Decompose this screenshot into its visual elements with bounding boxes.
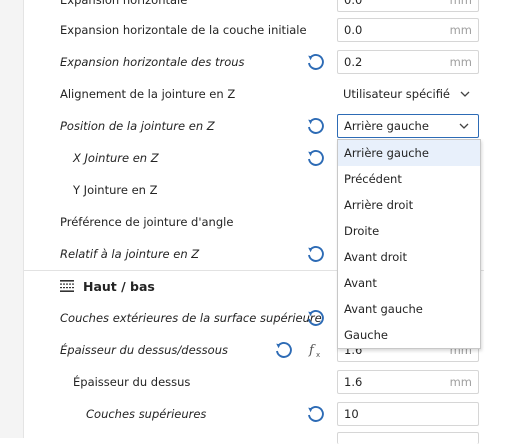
setting-row-z-seam-position: Position de la jointure en Z Arrière gau… [24, 110, 484, 142]
setting-label: X Jointure en Z [73, 151, 159, 165]
next-setting-input[interactable] [337, 432, 479, 444]
field-unit: mm [449, 23, 472, 37]
left-gutter [0, 0, 24, 438]
reset-icon[interactable] [306, 117, 324, 135]
dropdown-option[interactable]: Gauche [338, 322, 480, 348]
reset-icon[interactable] [306, 149, 324, 167]
setting-row-top-layers: Couches supérieures 10 [24, 398, 484, 430]
dropdown-option[interactable]: Arrière droit [338, 192, 480, 218]
setting-label: Expansion horizontale des trous [60, 55, 245, 69]
setting-label: Relatif à la jointure en Z [60, 247, 200, 261]
setting-row-z-seam-alignment: Alignement de la jointure en Z Utilisate… [24, 78, 484, 110]
dropdown-option[interactable]: Arrière gauche [338, 140, 480, 166]
field-unit: mm [449, 375, 472, 389]
setting-label: Couches supérieures [86, 407, 207, 421]
select-value: Arrière gauche [344, 119, 429, 133]
setting-label: Épaisseur du dessus/dessous [60, 343, 228, 357]
z-seam-alignment-select[interactable]: Utilisateur spécifié [337, 82, 479, 106]
dropdown-option[interactable]: Avant droit [338, 244, 480, 270]
field-value: 1.6 [344, 375, 363, 389]
setting-row-top-thickness: Épaisseur du dessus 1.6 mm [24, 366, 484, 398]
svg-text:f: f [308, 343, 316, 358]
reset-icon[interactable] [306, 405, 324, 423]
dropdown-option[interactable]: Avant [338, 270, 480, 296]
top-bottom-icon [60, 280, 74, 292]
setting-label: Y Jointure en Z [73, 183, 158, 197]
hole-horizontal-expansion-input[interactable]: 0.2 mm [337, 50, 479, 74]
field-value: 10 [344, 407, 359, 421]
setting-label: Alignement de la jointure en Z [60, 87, 236, 101]
reset-icon[interactable] [274, 341, 292, 359]
z-seam-position-dropdown: Arrière gauche Précédent Arrière droit D… [337, 139, 481, 349]
setting-row-initial-layer-horizontal-expansion: Expansion horizontale de la couche initi… [24, 14, 484, 46]
reset-icon[interactable] [306, 245, 324, 263]
function-icon[interactable]: fx [308, 341, 324, 359]
svg-text:x: x [316, 351, 320, 359]
dropdown-option[interactable]: Droite [338, 218, 480, 244]
chevron-down-icon [460, 91, 470, 97]
select-value: Utilisateur spécifié [343, 87, 451, 101]
chevron-down-icon [459, 123, 469, 129]
setting-row-hole-horizontal-expansion: Expansion horizontale des trous 0.2 mm [24, 46, 484, 78]
dropdown-option[interactable]: Avant gauche [338, 296, 480, 322]
field-value: 0.0 [344, 23, 363, 37]
dropdown-option[interactable]: Précédent [338, 166, 480, 192]
section-title: Haut / bas [83, 279, 155, 294]
field-unit: mm [449, 55, 472, 69]
top-thickness-input[interactable]: 1.6 mm [337, 370, 479, 394]
field-value: 0.0 [344, 0, 363, 7]
initial-layer-horizontal-expansion-input[interactable]: 0.0 mm [337, 18, 479, 42]
scrollbar-track[interactable] [485, 0, 514, 438]
z-seam-position-select[interactable]: Arrière gauche [337, 114, 479, 138]
horizontal-expansion-input[interactable]: 0.0 mm [337, 0, 479, 12]
reset-icon[interactable] [306, 309, 324, 327]
setting-label: Expansion horizontale de la couche initi… [60, 23, 307, 37]
setting-label: Épaisseur du dessus [73, 375, 191, 389]
field-value: 0.2 [344, 55, 363, 69]
setting-label: Couches extérieures de la surface supéri… [60, 311, 322, 325]
reset-icon[interactable] [306, 53, 324, 71]
top-layers-input[interactable]: 10 [337, 402, 479, 426]
setting-label: Préférence de jointure d'angle [60, 215, 234, 229]
field-unit: mm [449, 0, 472, 7]
setting-label: Position de la jointure en Z [60, 119, 215, 133]
